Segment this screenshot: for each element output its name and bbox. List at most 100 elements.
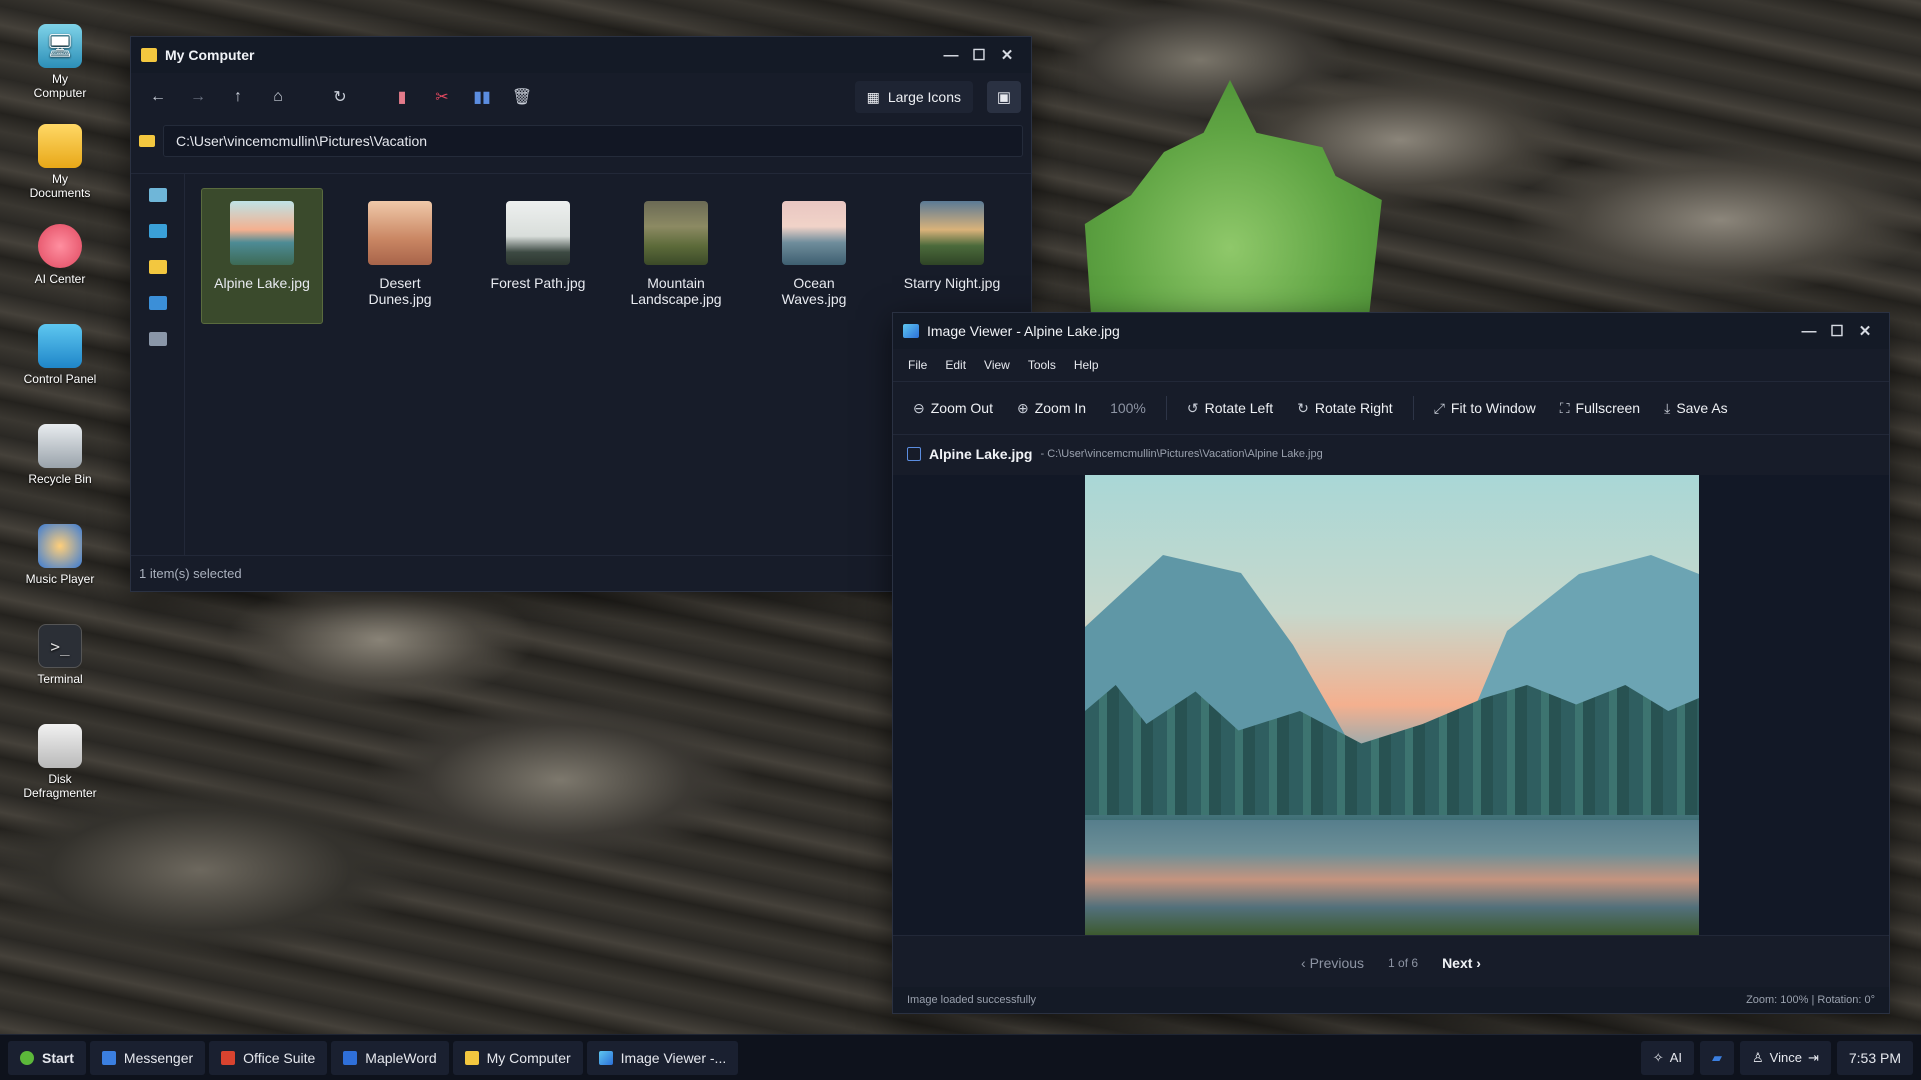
system-tray: ✧ AI ▰ ♙ Vince ⇥ 7:53 PM [1640,1040,1913,1075]
image-file-icon [907,447,921,461]
address-bar[interactable]: C:\User\vincemcmullin\Pictures\Vacation [163,125,1023,157]
file-item[interactable]: Ocean Waves.jpg [753,188,875,324]
close-button[interactable]: ✕ [993,41,1021,69]
desktop-icon-label: Terminal [37,672,83,686]
pictures-icon[interactable] [148,296,167,310]
desktop-icon-disk-defragmenter[interactable]: Disk Defragmenter [14,724,106,800]
file-info-line: Alpine Lake.jpg - C:\User\vincemcmullin\… [893,435,1889,473]
copy-icon[interactable]: ▮ [385,82,419,112]
explorer-titlebar[interactable]: My Computer — ☐ ✕ [131,37,1031,73]
file-item[interactable]: Alpine Lake.jpg [201,188,323,324]
menu-file[interactable]: File [901,354,934,376]
file-name: Starry Night.jpg [903,275,1001,291]
menu-tools[interactable]: Tools [1021,354,1063,376]
thumbnail-image [644,201,708,265]
desktop-icon-my-documents[interactable]: My Documents [14,124,106,200]
viewer-titlebar[interactable]: Image Viewer - Alpine Lake.jpg — ☐ ✕ [893,313,1889,349]
file-item[interactable]: Forest Path.jpg [477,188,599,324]
close-button[interactable]: ✕ [1851,317,1879,345]
desktop-icon-label: Defragmenter [23,786,97,800]
clock[interactable]: 7:53 PM [1836,1040,1913,1075]
explorer-toolbar: ← → ↑ ⌂ ↻ ▮ ✂ ▮▮ 🗑 ▦ Large Icons ▣ [131,73,1031,121]
fullscreen-button[interactable]: ⛶ Fullscreen [1550,394,1650,423]
desktop-icon-terminal[interactable]: >_ Terminal [14,624,106,686]
desktop-icon-ai-center[interactable]: AI Center [14,224,106,286]
documents-icon[interactable] [148,260,167,274]
fit-to-window-button[interactable]: ⤢ Fit to Window [1424,394,1546,423]
drive-icon[interactable] [148,332,167,346]
computer-icon[interactable] [148,188,167,202]
sparkle-icon: ✧ [1652,1049,1664,1065]
taskbar-item-label: Office Suite [243,1049,316,1066]
maple-leaf-icon [20,1050,34,1065]
folder-icon [139,135,155,147]
thumbnail-image [920,201,984,265]
rotate-left-icon: ↺ [1186,399,1199,416]
forward-icon[interactable]: → [181,82,215,112]
button-label: Rotate Right [1314,400,1393,416]
menu-edit[interactable]: Edit [938,354,973,376]
start-label: Start [42,1049,74,1066]
taskbar-item-mapleword[interactable]: MapleWord [331,1040,449,1075]
up-icon[interactable]: ↑ [221,82,255,112]
rotate-right-button[interactable]: ↻ Rotate Right [1287,394,1403,423]
next-label: Next [1442,954,1473,971]
zoom-level: 100% [1110,400,1146,416]
minimize-button[interactable]: — [937,41,965,69]
file-name: Desert [379,275,421,291]
taskbar-item-my-computer[interactable]: My Computer [452,1040,583,1075]
taskbar-item-messenger[interactable]: Messenger [89,1040,206,1075]
start-button[interactable]: Start [8,1040,86,1075]
view-mode-button[interactable]: ▦ Large Icons [854,81,973,113]
desktop-icon-label: AI Center [34,272,86,286]
save-as-button[interactable]: ⤓ Save As [1654,394,1738,423]
folder-icon [464,1050,479,1065]
photo-trees [1085,685,1699,815]
image-viewer-window[interactable]: Image Viewer - Alpine Lake.jpg — ☐ ✕ Fil… [892,312,1890,1014]
cut-icon[interactable]: ✂ [425,82,459,112]
file-name: Alpine Lake.jpg [929,446,1033,462]
thumbnail-image [506,201,570,265]
taskbar-item-label: Messenger [123,1049,194,1066]
desktop-icon-control-panel[interactable]: Control Panel [14,324,106,386]
page-indicator: 1 of 6 [1388,955,1419,970]
desktop-icon-my-computer[interactable]: 🖥 My Computer [14,24,106,100]
file-item[interactable]: Mountain Landscape.jpg [615,188,737,324]
ai-button[interactable]: ✧ AI [1640,1040,1694,1075]
file-item[interactable]: Desert Dunes.jpg [339,188,461,324]
image-canvas[interactable] [893,475,1889,935]
menu-help[interactable]: Help [1067,354,1106,376]
menu-view[interactable]: View [977,354,1017,376]
maximize-button[interactable]: ☐ [1823,317,1851,345]
zoom-in-button[interactable]: ⊕ Zoom In [1007,394,1096,423]
logout-icon[interactable]: ⇥ [1808,1050,1819,1066]
maximize-button[interactable]: ☐ [965,41,993,69]
refresh-icon[interactable]: ↻ [323,82,357,112]
desktop-icon[interactable] [148,224,167,238]
zoom-out-button[interactable]: ⊖ Zoom Out [903,394,1003,423]
chat-icon: ▰ [1712,1049,1722,1065]
back-icon[interactable]: ← [141,82,175,112]
paste-icon[interactable]: ▮▮ [465,82,499,112]
previous-button[interactable]: ‹ Previous [1301,955,1364,971]
zoom-in-icon: ⊕ [1016,399,1029,416]
delete-icon[interactable]: 🗑 [505,82,539,112]
rotate-right-icon: ↻ [1297,399,1309,416]
home-icon[interactable]: ⌂ [261,82,295,112]
displayed-photo [1085,475,1699,935]
file-path: - C:\User\vincemcmullin\Pictures\Vacatio… [1040,448,1323,460]
desktop-icon-music-player[interactable]: Music Player [14,524,106,586]
desktop-icon-recycle-bin[interactable]: Recycle Bin [14,424,106,486]
file-name: Landscape.jpg [630,291,722,307]
chat-button[interactable]: ▰ [1700,1040,1734,1075]
file-item[interactable]: Starry Night.jpg [891,188,1013,324]
user-button[interactable]: ♙ Vince ⇥ [1740,1040,1831,1075]
taskbar-item-office-suite[interactable]: Office Suite [209,1040,328,1075]
next-button[interactable]: Next › [1442,955,1481,971]
rotate-left-button[interactable]: ↺ Rotate Left [1177,394,1283,423]
explorer-sidebar [131,174,185,555]
minimize-button[interactable]: — [1795,317,1823,345]
preview-toggle-button[interactable]: ▣ [987,81,1021,113]
user-name: Vince [1769,1050,1802,1065]
taskbar-item-image-viewer[interactable]: Image Viewer -... [586,1040,739,1075]
